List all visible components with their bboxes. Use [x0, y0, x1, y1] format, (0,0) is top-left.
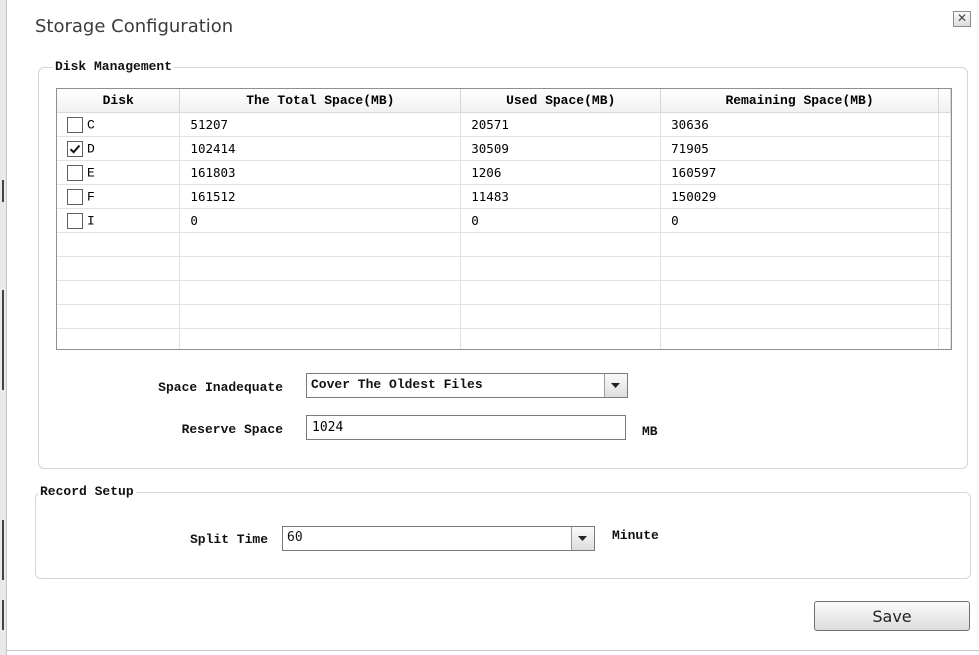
empty-table-row — [57, 280, 951, 305]
save-button[interactable]: Save — [814, 601, 970, 631]
disk-checkbox[interactable] — [67, 164, 83, 181]
column-header-filler — [938, 89, 951, 113]
empty-table-row — [57, 232, 951, 257]
filler-cell — [938, 184, 951, 209]
space-inadequate-label: Space Inadequate — [158, 380, 283, 395]
table-row[interactable]: F 161512 11483 150029 — [57, 184, 951, 209]
disk-cell: C — [57, 112, 181, 137]
disk-checkbox[interactable] — [67, 116, 83, 133]
filler-cell — [938, 112, 951, 137]
total-space-cell: 161803 — [179, 160, 462, 185]
disk-checkbox[interactable] — [67, 212, 83, 229]
table-header-row: Disk The Total Space(MB) Used Space(MB) … — [57, 89, 951, 113]
filler-cell — [938, 160, 951, 185]
disk-letter: I — [87, 212, 95, 228]
filler-cell — [938, 208, 951, 233]
remaining-space-cell: 150029 — [660, 184, 939, 209]
table-row[interactable]: C 51207 20571 30636 — [57, 112, 951, 137]
total-space-cell: 102414 — [179, 136, 462, 161]
disk-cell: E — [57, 160, 181, 185]
table-row[interactable]: I000 — [57, 208, 951, 233]
disk-cell: F — [57, 184, 181, 209]
total-space-cell: 51207 — [179, 112, 462, 137]
disk-cell: I — [57, 208, 181, 233]
column-header-disk[interactable]: Disk — [57, 89, 181, 113]
column-header-remaining-space[interactable]: Remaining Space(MB) — [660, 89, 939, 113]
table-row[interactable]: D 102414 30509 71905 — [57, 136, 951, 161]
used-space-cell: 1206 — [460, 160, 662, 185]
disk-management-group: Disk Management Disk The Total Space(MB)… — [38, 59, 968, 469]
remaining-space-cell: 30636 — [660, 112, 939, 137]
disk-cell: D — [57, 136, 181, 161]
check-icon — [69, 144, 81, 154]
disk-letter: E — [87, 164, 95, 180]
dialog-bottom-border — [7, 650, 979, 651]
close-button[interactable]: ✕ — [953, 11, 971, 27]
space-inadequate-value: Cover The Oldest Files — [311, 377, 483, 392]
chevron-down-icon — [578, 536, 587, 541]
disk-letter: D — [87, 140, 95, 156]
disk-letter: F — [87, 188, 95, 204]
table-row[interactable]: E 161803 1206 160597 — [57, 160, 951, 185]
disk-management-legend: Disk Management — [53, 59, 175, 74]
column-header-total-space[interactable]: The Total Space(MB) — [179, 89, 462, 113]
space-inadequate-select[interactable]: Cover The Oldest Files — [306, 373, 628, 398]
record-setup-group: Record Setup Split Time 60 Minute — [35, 484, 971, 579]
remaining-space-cell: 71905 — [660, 136, 939, 161]
empty-table-row — [57, 328, 951, 349]
used-space-cell: 30509 — [460, 136, 662, 161]
total-space-cell: 0 — [179, 208, 462, 233]
dialog-title: Storage Configuration — [35, 16, 234, 37]
split-time-label: Split Time — [189, 532, 268, 547]
record-setup-legend: Record Setup — [38, 484, 136, 499]
used-space-cell: 20571 — [460, 112, 662, 137]
close-icon: ✕ — [956, 11, 968, 25]
used-space-cell: 11483 — [460, 184, 662, 209]
disk-checkbox[interactable] — [67, 188, 83, 205]
reserve-space-unit: MB — [642, 424, 658, 439]
empty-table-row — [57, 256, 951, 281]
remaining-space-cell: 160597 — [660, 160, 939, 185]
split-time-value: 60 — [287, 530, 303, 545]
chevron-down-icon — [611, 383, 620, 388]
remaining-space-cell: 0 — [660, 208, 939, 233]
background-window-edge — [0, 0, 7, 655]
disk-checkbox[interactable] — [67, 140, 83, 157]
reserve-space-label: Reserve Space — [181, 422, 283, 437]
storage-configuration-dialog: Storage Configuration ✕ Disk Management … — [7, 4, 979, 655]
column-header-used-space[interactable]: Used Space(MB) — [460, 89, 662, 113]
split-time-select[interactable]: 60 — [282, 526, 595, 551]
split-time-unit: Minute — [612, 528, 659, 543]
disk-table: Disk The Total Space(MB) Used Space(MB) … — [56, 88, 952, 350]
space-inadequate-dropdown-button[interactable] — [604, 374, 627, 397]
used-space-cell: 0 — [460, 208, 662, 233]
disk-letter: C — [87, 116, 95, 132]
empty-table-row — [57, 304, 951, 329]
filler-cell — [938, 136, 951, 161]
reserve-space-input[interactable] — [306, 415, 626, 440]
split-time-dropdown-button[interactable] — [571, 527, 594, 550]
total-space-cell: 161512 — [179, 184, 462, 209]
